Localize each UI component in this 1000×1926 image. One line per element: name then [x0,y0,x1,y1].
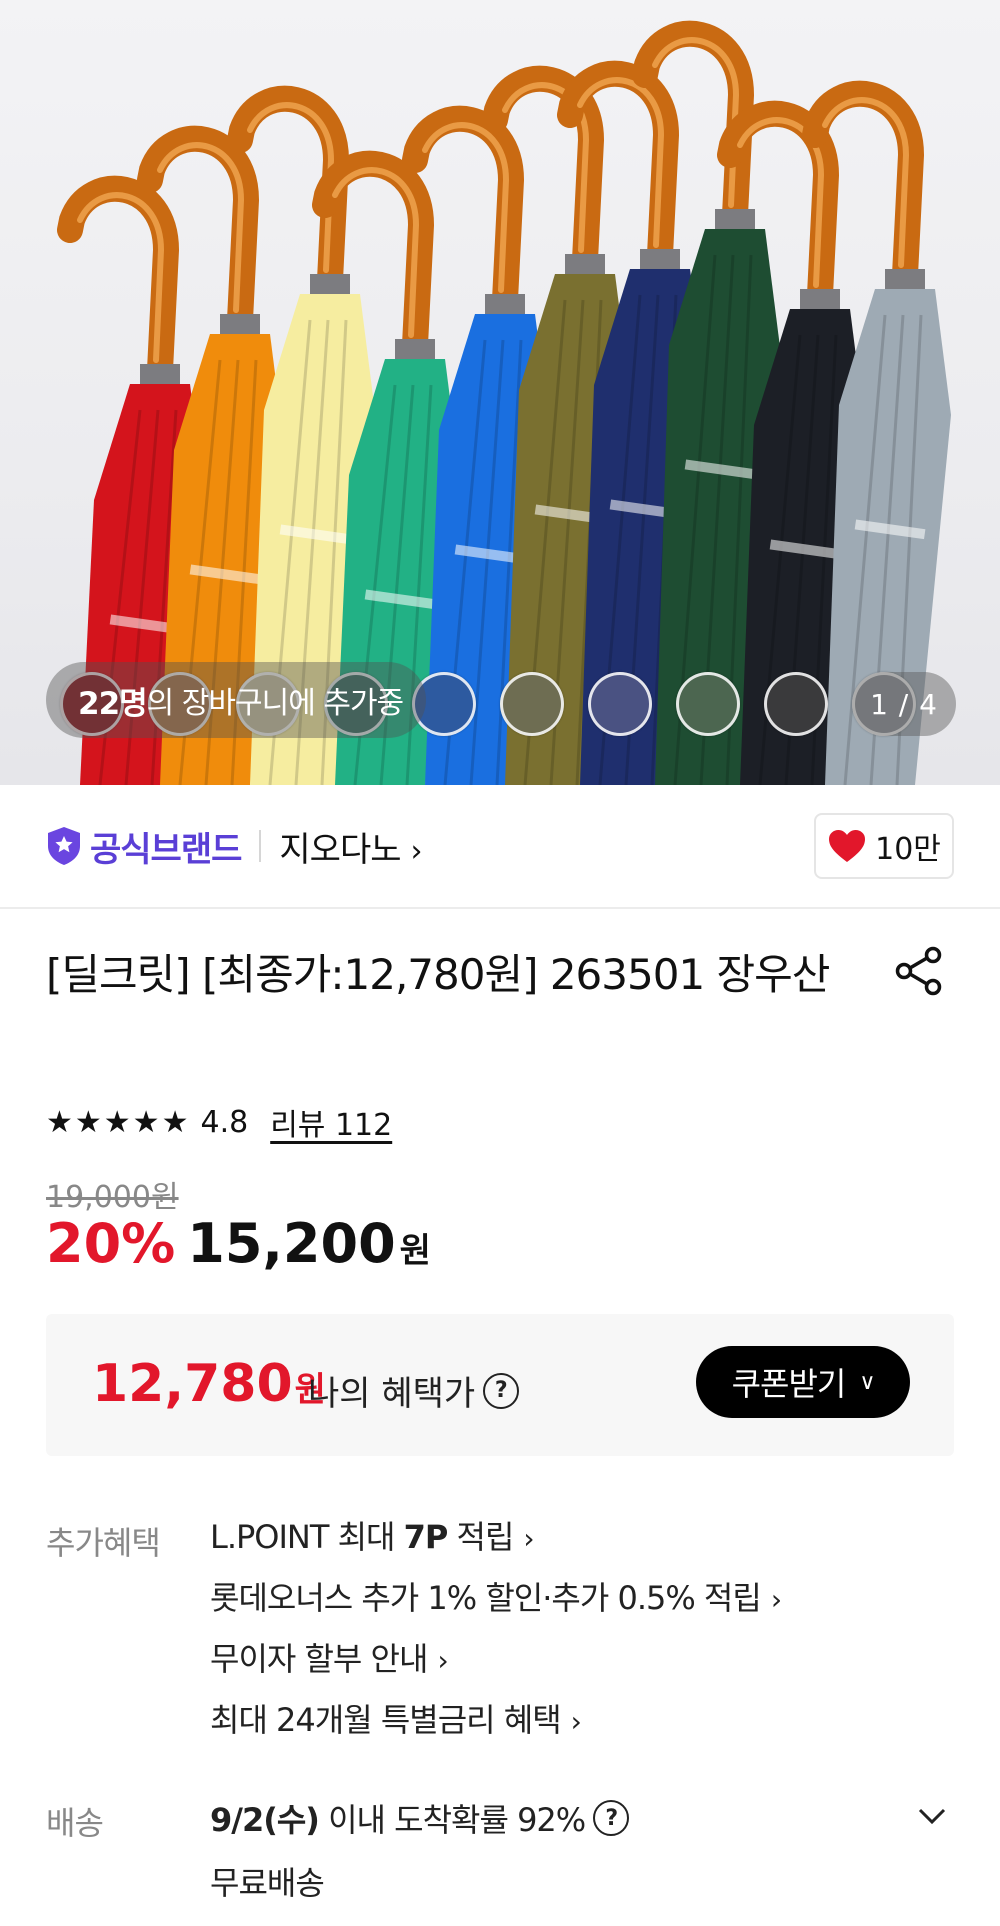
shipping-fee: 무료배송 [210,1864,325,1902]
benefit-item-special-rate[interactable]: 최대 24개월 특별금리 혜택 › [210,1697,781,1758]
image-counter: 1 / 4 [852,672,956,736]
chevron-right-icon: › [437,1644,448,1677]
lpoint-amount: 7P [403,1518,449,1556]
chevron-right-icon: › [770,1583,782,1616]
my-benefit-label: 나의 혜택가 [308,1374,476,1414]
rating-score: 4.8 [200,1104,249,1140]
star-rating-icon: ★★★★★ [46,1104,191,1140]
sale-price: 15,200 [187,1212,396,1275]
coupon-button[interactable]: 쿠폰받기 ∨ [696,1346,910,1418]
chevron-right-icon: › [410,833,423,869]
shipping-date: 9/2(수) [210,1801,320,1839]
discount-rate: 20% [46,1212,176,1275]
like-count: 10만 [875,832,941,867]
help-icon[interactable]: ? [593,1800,630,1836]
review-link[interactable]: 리뷰 112 [270,1100,392,1144]
product-title: [딜크릿] [최종가:12,780원] 263501 장우산 [46,950,830,999]
lpoint-prefix: L.POINT 최대 [210,1518,404,1556]
original-price: 19,000원 [46,1180,179,1215]
color-swatch[interactable] [500,672,564,736]
product-image-carousel[interactable]: 22명 의 장바구니에 추가중 1 / 4 [0,0,1000,785]
color-swatch[interactable] [588,672,652,736]
brand-name: 지오다노 [279,829,401,870]
color-swatch[interactable] [676,672,740,736]
my-benefit-label-group[interactable]: 나의 혜택가 ? [308,1366,520,1415]
benefit-item-installment[interactable]: 무이자 할부 안내 › [210,1636,781,1697]
installment-text: 무이자 할부 안내 [210,1640,428,1678]
lpoint-suffix: 적립 [447,1518,515,1556]
cart-count-badge: 22명 의 장바구니에 추가중 [46,662,426,738]
divider [259,830,262,862]
lotte-owners-text: 롯데오너스 추가 1% 할인·추가 0.5% 적립 [210,1579,762,1617]
my-benefit-price: 12,780 원 [92,1354,326,1414]
benefit-item-lpoint[interactable]: L.POINT 최대 7P 적립 › [210,1514,781,1575]
share-icon[interactable] [893,945,945,997]
benefit-item-lotte-owners[interactable]: 롯데오너스 추가 1% 할인·추가 0.5% 적립 › [210,1575,782,1636]
cart-text: 의 장바구니에 추가중 [146,686,404,721]
official-brand-label: 공식브랜드 [90,829,242,870]
help-icon[interactable]: ? [483,1372,520,1409]
chevron-down-icon[interactable] [916,1800,948,1832]
official-brand-badge: 공식브랜드 [46,822,242,871]
chevron-right-icon: › [570,1705,582,1738]
special-rate-text: 최대 24개월 특별금리 혜택 [210,1701,562,1739]
my-benefit-box: 12,780 원 나의 혜택가 ? 쿠폰받기 ∨ [46,1314,954,1456]
extra-benefits-label: 추가혜택 [46,1524,161,1562]
cart-count: 22명 [78,685,148,722]
coupon-button-label: 쿠폰받기 [731,1365,847,1403]
brand-row: 공식브랜드 지오다노 › 10만 [0,785,1000,909]
rating-row: ★★★★★ 4.8 리뷰 112 [46,1100,392,1144]
extra-benefits-list: L.POINT 최대 7P 적립 › 롯데오너스 추가 1% 할인·추가 0.5%… [210,1514,782,1758]
like-button[interactable]: 10만 [814,813,954,879]
official-shield-icon [48,827,80,865]
shipping-arrival-text: 이내 도착확률 92% [318,1801,586,1839]
brand-link[interactable]: 지오다노 › [279,822,423,871]
heart-icon [829,830,866,862]
chevron-down-icon: ∨ [859,1369,875,1395]
price-unit: 원 [399,1231,431,1271]
color-swatch[interactable] [764,672,828,736]
shipping-label: 배송 [46,1804,104,1842]
my-benefit-amount: 12,780 [92,1354,293,1414]
shipping-arrival: 9/2(수) 이내 도착확률 92% ? [210,1795,630,1841]
chevron-right-icon: › [523,1522,534,1555]
price-row: 20% 15,200 원 [46,1212,431,1275]
